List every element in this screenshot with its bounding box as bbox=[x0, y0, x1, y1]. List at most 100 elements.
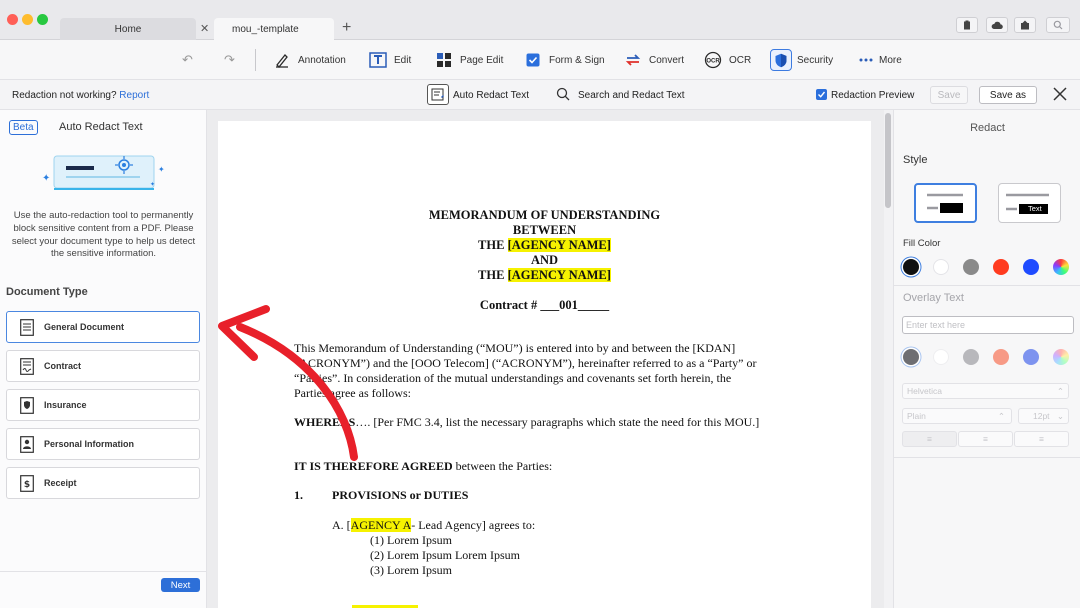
align-center-button[interactable]: ≡ bbox=[958, 431, 1013, 447]
search-icon[interactable] bbox=[1046, 17, 1070, 33]
doc-type-personal-information[interactable]: Personal Information bbox=[6, 428, 200, 460]
fill-color-gray[interactable] bbox=[963, 259, 979, 275]
grid-icon bbox=[434, 50, 454, 70]
save-button[interactable]: Save bbox=[930, 86, 968, 104]
undo-icon[interactable]: ↶ bbox=[182, 52, 193, 68]
redact-panel-title: Redact bbox=[970, 122, 1005, 134]
agency-name-highlight: [AGENCY NAME] bbox=[507, 238, 611, 252]
ocr-button[interactable]: OCR OCR bbox=[703, 49, 751, 71]
person-card-icon bbox=[19, 435, 35, 453]
minimize-window-button[interactable] bbox=[22, 14, 33, 25]
font-size-select[interactable]: 12pt ⌄ bbox=[1018, 408, 1069, 424]
document-viewer: MEMORANDUM OF UNDERSTANDING BETWEEN THE … bbox=[207, 110, 893, 608]
fill-color-white[interactable] bbox=[933, 259, 949, 275]
tab-document[interactable]: mou_-template bbox=[214, 18, 334, 40]
fill-color-black[interactable] bbox=[903, 259, 919, 275]
fill-color-blue[interactable] bbox=[1023, 259, 1039, 275]
font-select[interactable]: Helvetica ⌃ bbox=[902, 383, 1069, 399]
document-type-heading: Document Type bbox=[6, 286, 88, 298]
cloud-icon[interactable] bbox=[986, 17, 1008, 33]
next-button[interactable]: Next bbox=[161, 578, 200, 592]
svg-text:✦: ✦ bbox=[42, 173, 50, 184]
close-window-button[interactable] bbox=[7, 14, 18, 25]
align-left-icon: ≡ bbox=[927, 434, 932, 444]
fill-color-label: Fill Color bbox=[903, 238, 941, 249]
overlay-color-blue[interactable] bbox=[1023, 349, 1039, 365]
ocr-icon: OCR bbox=[703, 50, 723, 70]
svg-text:OCR: OCR bbox=[706, 59, 720, 65]
fill-color-picker[interactable] bbox=[1053, 259, 1069, 275]
toolbar-divider bbox=[255, 49, 256, 71]
fill-color-red[interactable] bbox=[993, 259, 1009, 275]
font-style-select[interactable]: Plain ⌃ bbox=[902, 408, 1012, 424]
doc-type-insurance[interactable]: Insurance bbox=[6, 389, 200, 421]
report-link[interactable]: Report bbox=[119, 90, 149, 101]
form-sign-button[interactable]: Form & Sign bbox=[523, 49, 605, 71]
redaction-help-text: Redaction not working? Report bbox=[12, 90, 150, 101]
panel-divider bbox=[894, 285, 1080, 286]
zoom-window-button[interactable] bbox=[37, 14, 48, 25]
list-item: (2) Lorem Ipsum Lorem Ipsum bbox=[370, 548, 520, 562]
annotation-button[interactable]: Annotation bbox=[272, 49, 346, 71]
security-button[interactable]: Security bbox=[770, 49, 833, 71]
document-scroll-thumb[interactable] bbox=[885, 113, 891, 208]
overlay-color-gray[interactable] bbox=[963, 349, 979, 365]
style-option-text[interactable]: Text bbox=[998, 183, 1061, 223]
document-lines-icon bbox=[19, 318, 35, 336]
auto-redact-icon[interactable] bbox=[427, 84, 449, 105]
convert-button[interactable]: Convert bbox=[623, 49, 684, 71]
overlay-color-red[interactable] bbox=[993, 349, 1009, 365]
doc-type-receipt[interactable]: $ Receipt bbox=[6, 467, 200, 499]
redaction-preview-label: Redaction Preview bbox=[831, 90, 915, 101]
tab-home[interactable]: Home bbox=[60, 18, 196, 40]
main-toolbar: ↶ ↷ Annotation Edit Page Edit Form & Sig… bbox=[0, 40, 1080, 80]
panel-title: Auto Redact Text bbox=[59, 121, 143, 133]
close-icon[interactable] bbox=[1053, 87, 1067, 106]
overlay-text-input[interactable]: Enter text here bbox=[902, 316, 1074, 334]
overlay-color-picker[interactable] bbox=[1053, 349, 1069, 365]
add-tab-icon[interactable]: + bbox=[342, 19, 351, 37]
overlay-color-white[interactable] bbox=[933, 349, 949, 365]
clipboard-icon[interactable] bbox=[956, 17, 978, 33]
doc-type-contract[interactable]: Contract bbox=[6, 350, 200, 382]
redaction-bar: Redaction not working? Report Auto Redac… bbox=[0, 80, 1080, 110]
tab-close-icon[interactable]: ✕ bbox=[200, 22, 209, 35]
svg-text:✦: ✦ bbox=[150, 181, 155, 188]
panel-description: Use the auto-redaction tool to permanent… bbox=[11, 210, 196, 260]
upload-icon[interactable] bbox=[1014, 17, 1036, 33]
edit-icon bbox=[368, 50, 388, 70]
search-redact-text-button[interactable]: Search and Redact Text bbox=[578, 90, 685, 101]
chevron-updown-icon: ⌃ bbox=[1056, 386, 1064, 396]
page-edit-button[interactable]: Page Edit bbox=[434, 49, 503, 71]
convert-icon bbox=[623, 50, 643, 70]
align-right-button[interactable]: ≡ bbox=[1014, 431, 1069, 447]
pointer-arrow bbox=[218, 305, 358, 461]
svg-text:$: $ bbox=[24, 480, 30, 490]
search-redact-icon[interactable] bbox=[556, 87, 570, 106]
pen-icon bbox=[272, 50, 292, 70]
list-item: (3) Lorem Ipsum bbox=[370, 563, 452, 577]
auto-redact-text-button[interactable]: Auto Redact Text bbox=[453, 90, 529, 101]
section-title: PROVISIONS or DUTIES bbox=[332, 488, 469, 502]
style-option-fill[interactable] bbox=[914, 183, 977, 223]
list-item: (1) Lorem Ipsum bbox=[370, 533, 452, 547]
receipt-dollar-icon: $ bbox=[19, 474, 35, 492]
beta-badge: Beta bbox=[9, 120, 38, 135]
overlay-color-gray-dark[interactable] bbox=[903, 349, 919, 365]
panel-footer-divider bbox=[0, 571, 207, 572]
doc-type-general-document[interactable]: General Document bbox=[6, 311, 200, 343]
align-left-button[interactable]: ≡ bbox=[902, 431, 957, 447]
title-bar: Home ✕ mou_-template + bbox=[0, 0, 1080, 40]
save-as-button[interactable]: Save as bbox=[979, 86, 1037, 104]
more-button[interactable]: More bbox=[858, 49, 902, 71]
redaction-preview-checkbox[interactable] bbox=[816, 89, 827, 100]
redo-icon[interactable]: ↷ bbox=[224, 52, 235, 68]
edit-button[interactable]: Edit bbox=[368, 49, 411, 71]
chevron-updown-icon: ⌃ bbox=[997, 411, 1005, 421]
align-right-icon: ≡ bbox=[1039, 434, 1044, 444]
redaction-illustration: ✦ ✦ ✦ bbox=[36, 148, 170, 198]
app-window: Home ✕ mou_-template + ↶ ↷ Annotation Ed… bbox=[0, 0, 1080, 608]
agency-a-line: A. [AGENCY A- Lead Agency] agrees to: bbox=[332, 518, 536, 532]
style-label: Style bbox=[903, 154, 928, 166]
style-text-sample: Text bbox=[1028, 204, 1042, 213]
